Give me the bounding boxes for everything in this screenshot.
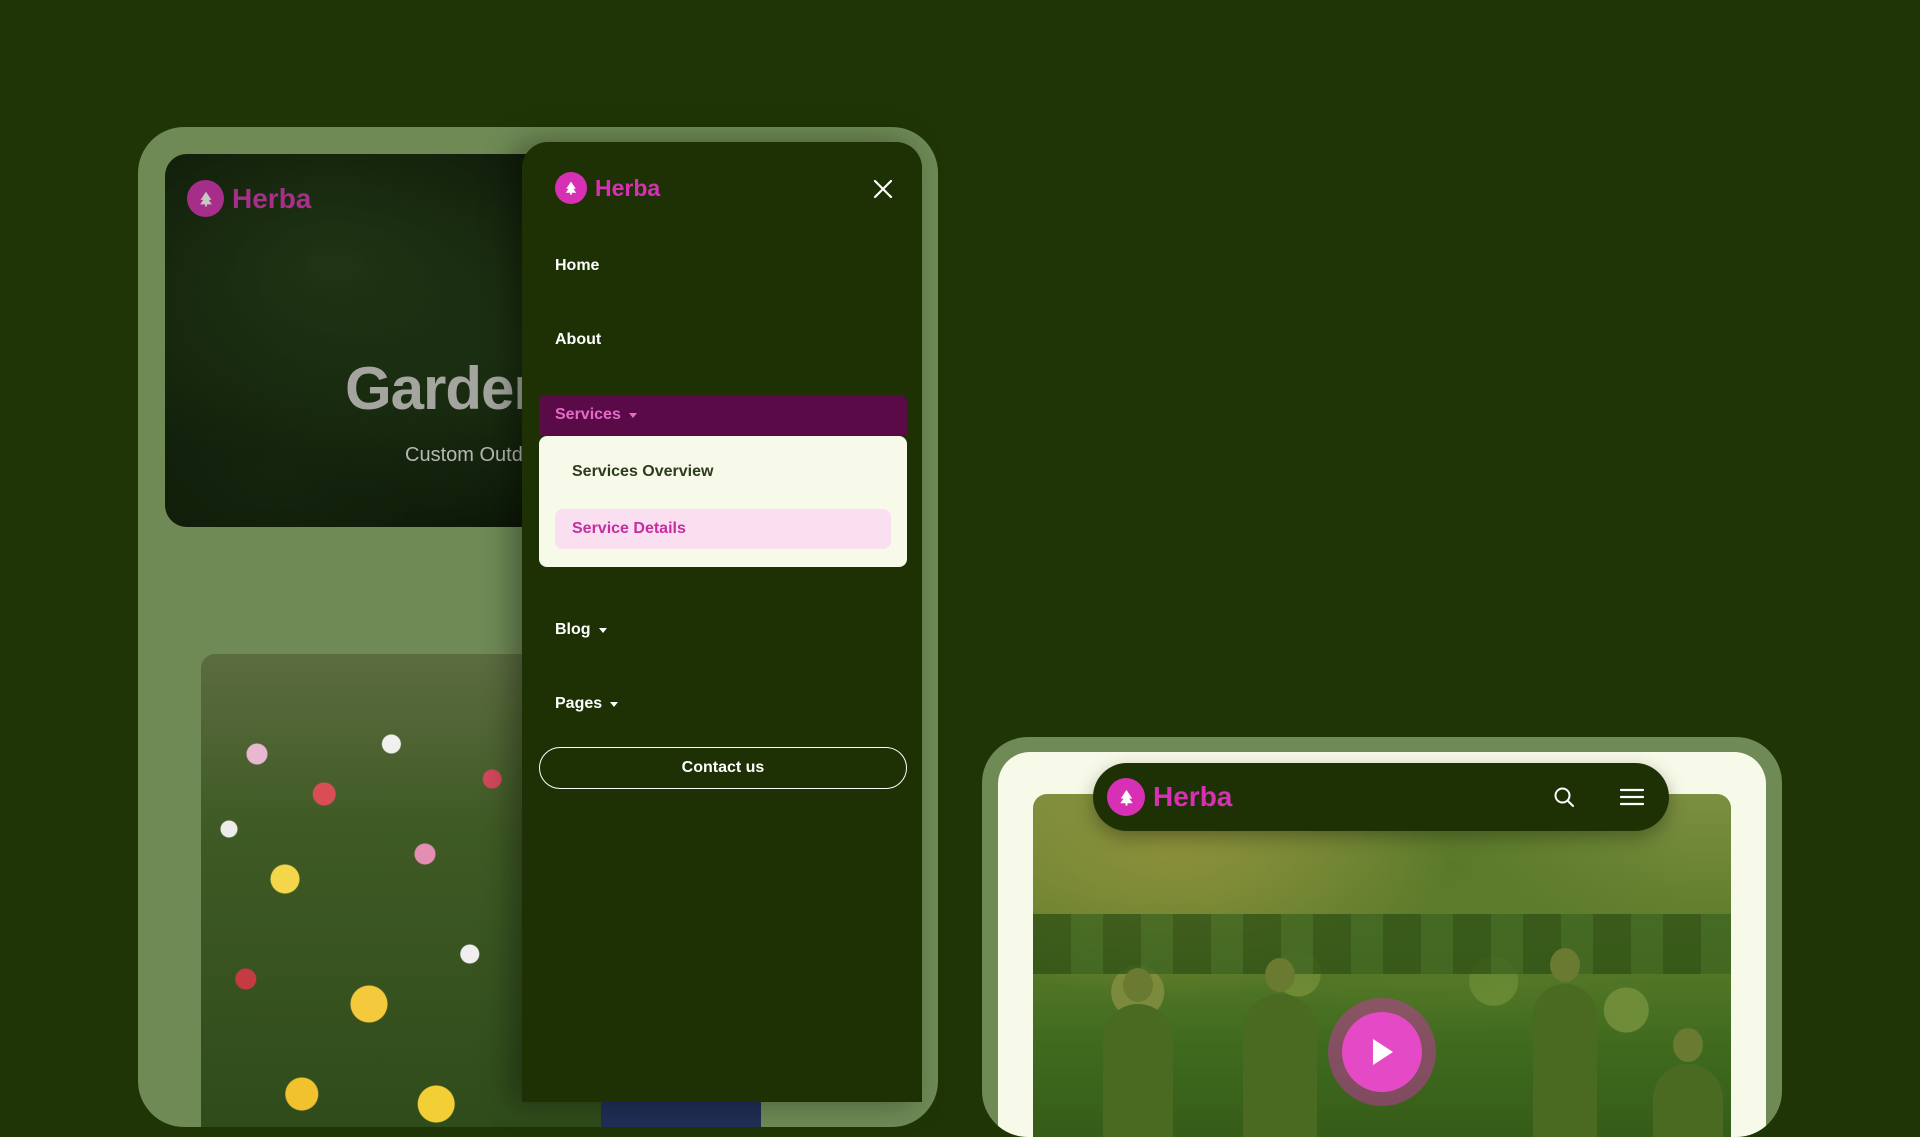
menu-item-label: Services (555, 406, 621, 423)
worker-head (1123, 968, 1153, 1002)
menu-item-label: Home (555, 257, 600, 274)
worker-figure (1653, 1028, 1723, 1137)
site-header: Herba (1093, 763, 1669, 831)
play-button[interactable] (1328, 998, 1436, 1106)
menu-item-services[interactable]: Services (539, 395, 907, 435)
play-button-core (1342, 1012, 1422, 1092)
hero-logo[interactable]: Herba (187, 180, 311, 217)
tree-icon (1107, 778, 1145, 816)
mobile-nav-menu: Herba Home About Services Services Overv… (522, 142, 922, 1102)
worker-figure (1243, 958, 1317, 1137)
header-logo[interactable]: Herba (1107, 778, 1232, 816)
tree-icon (187, 180, 224, 217)
services-submenu: Services Overview Service Details (539, 436, 907, 567)
menu-logo[interactable]: Herba (555, 172, 660, 204)
logo-text: Herba (232, 182, 312, 214)
logo-text: Herba (595, 174, 661, 201)
chevron-down-icon (598, 627, 607, 633)
close-icon[interactable] (872, 178, 894, 200)
menu-item-label: Pages (555, 695, 603, 712)
worker-figure (1103, 968, 1173, 1137)
logo-text: Herba (1153, 781, 1233, 812)
worker-figure (1533, 948, 1597, 1137)
menu-item-blog[interactable]: Blog (555, 621, 607, 639)
submenu-item-services-overview[interactable]: Services Overview (555, 452, 891, 492)
play-icon (1373, 1039, 1393, 1065)
worker-head (1265, 958, 1295, 992)
hamburger-menu-icon[interactable] (1619, 785, 1645, 809)
menu-item-label: About (555, 331, 602, 348)
chevron-down-icon (628, 412, 637, 418)
submenu-item-service-details[interactable]: Service Details (555, 509, 891, 549)
menu-item-about[interactable]: About (555, 331, 601, 349)
worker-head (1550, 948, 1580, 982)
hero-title: Garden (345, 355, 550, 422)
search-icon[interactable] (1552, 785, 1576, 809)
menu-item-pages[interactable]: Pages (555, 695, 619, 713)
contact-us-button[interactable]: Contact us (539, 747, 907, 789)
chevron-down-icon (610, 701, 619, 707)
menu-item-home[interactable]: Home (555, 257, 599, 275)
worker-head (1673, 1028, 1703, 1062)
menu-item-label: Blog (555, 621, 591, 638)
tree-icon (555, 172, 587, 204)
